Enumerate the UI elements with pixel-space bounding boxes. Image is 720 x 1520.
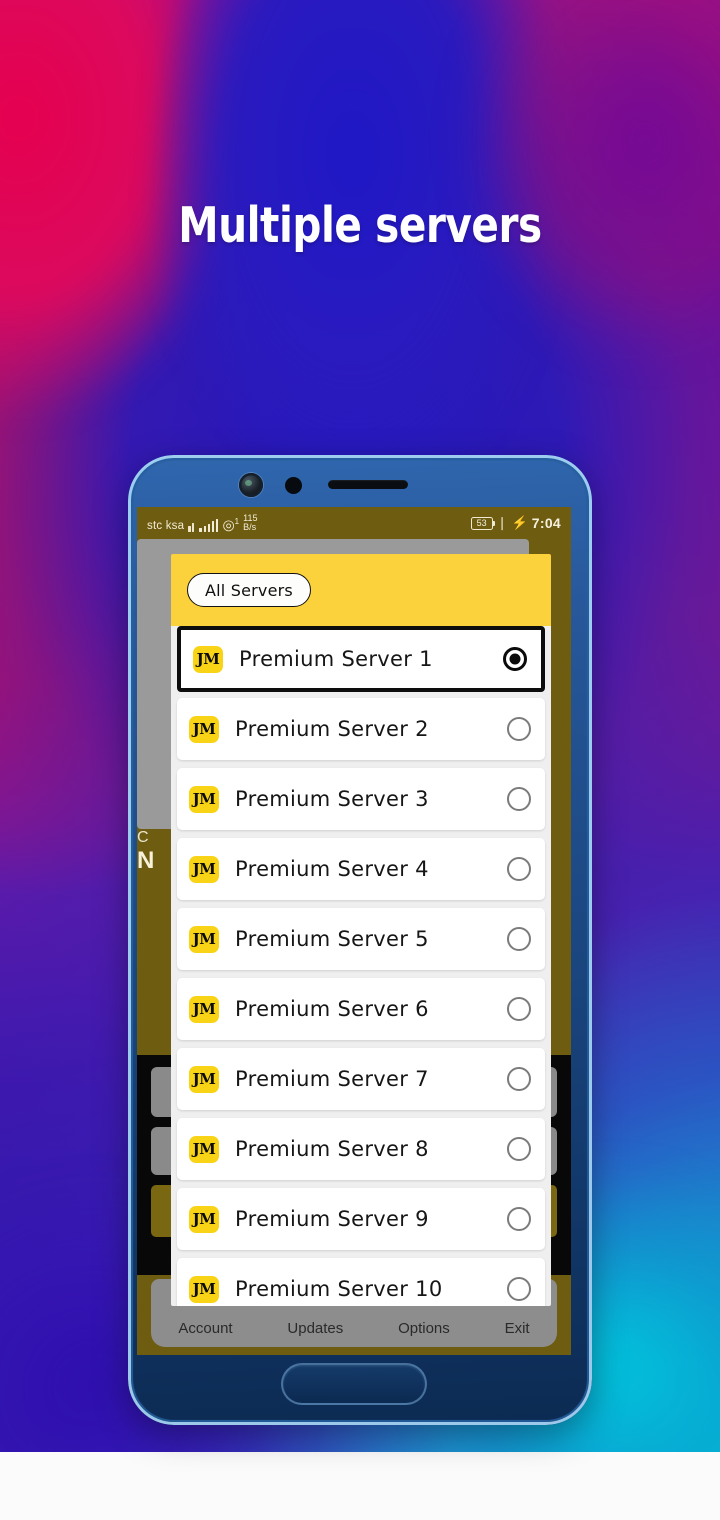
server-row[interactable]: JM Premium Server 3 xyxy=(177,768,545,830)
hotspot-icon: ◎1 xyxy=(222,517,240,533)
jm-logo-icon: JM xyxy=(189,1275,219,1303)
server-row[interactable]: JM Premium Server 5 xyxy=(177,908,545,970)
jm-logo-icon: JM xyxy=(189,1135,219,1163)
data-rate-unit: B/s xyxy=(243,522,257,532)
jm-logo-icon: JM xyxy=(189,995,219,1023)
status-bar-right: 53 ❘ ⚡ 7:04 xyxy=(470,515,561,531)
radio-button[interactable] xyxy=(507,787,531,811)
server-row[interactable]: JM Premium Server 2 xyxy=(177,698,545,760)
server-selection-dialog: All Servers JM Premium Server 1 JM Premium … xyxy=(171,554,551,1306)
radio-button[interactable] xyxy=(507,927,531,951)
jm-logo-icon: JM xyxy=(189,715,219,743)
radio-button[interactable] xyxy=(507,1277,531,1301)
data-rate-indicator: 115 B/s xyxy=(243,514,257,532)
server-row[interactable]: JM Premium Server 7 xyxy=(177,1048,545,1110)
all-servers-chip[interactable]: All Servers xyxy=(187,573,311,607)
server-row[interactable]: JM Premium Server 9 xyxy=(177,1188,545,1250)
status-bar-left: stc ksa ◎1 115 B/s xyxy=(147,514,257,532)
nav-item-exit[interactable]: Exit xyxy=(505,1320,530,1337)
jm-logo-icon: JM xyxy=(189,925,219,953)
phone-screen: stc ksa ◎1 115 B/s 53 ❘ ⚡ 7:04 C N Accou… xyxy=(137,507,571,1355)
server-name-label: Premium Server 7 xyxy=(235,1067,429,1091)
server-name-label: Premium Server 9 xyxy=(235,1207,429,1231)
server-name-label: Premium Server 1 xyxy=(239,647,433,671)
server-name-label: Premium Server 8 xyxy=(235,1137,429,1161)
nav-item-updates[interactable]: Updates xyxy=(287,1320,343,1337)
server-row[interactable]: JM Premium Server 4 xyxy=(177,838,545,900)
radio-button[interactable] xyxy=(507,857,531,881)
radio-button-selected[interactable] xyxy=(503,647,527,671)
radio-button[interactable] xyxy=(507,997,531,1021)
server-name-label: Premium Server 10 xyxy=(235,1277,443,1301)
signal-secondary-icon xyxy=(188,519,195,532)
status-bar: stc ksa ◎1 115 B/s 53 ❘ ⚡ 7:04 xyxy=(137,507,571,539)
server-name-label: Premium Server 2 xyxy=(235,717,429,741)
proximity-sensor-icon xyxy=(285,477,302,494)
server-row[interactable]: JM Premium Server 6 xyxy=(177,978,545,1040)
promo-headline: Multiple servers xyxy=(178,197,542,254)
signal-bars-icon xyxy=(199,519,219,532)
status-bar-clock: 7:04 xyxy=(531,515,561,531)
nav-item-account[interactable]: Account xyxy=(178,1320,232,1337)
jm-logo-icon: JM xyxy=(193,645,223,673)
jm-logo-icon: JM xyxy=(189,785,219,813)
server-list[interactable]: JM Premium Server 1 JM Premium Server 2 JM Pr… xyxy=(171,626,551,1306)
jm-logo-icon: JM xyxy=(189,855,219,883)
server-row[interactable]: JM Premium Server 8 xyxy=(177,1118,545,1180)
sim-icon: ❘ xyxy=(496,515,508,530)
home-button[interactable] xyxy=(281,1363,427,1405)
server-row[interactable]: JM Premium Server 1 xyxy=(177,626,545,692)
server-name-label: Premium Server 5 xyxy=(235,927,429,951)
front-camera-icon xyxy=(239,473,263,497)
carrier-label: stc ksa xyxy=(147,520,185,532)
hotspot-badge: 1 xyxy=(234,517,240,527)
jm-logo-icon: JM xyxy=(189,1205,219,1233)
nav-item-options[interactable]: Options xyxy=(398,1320,450,1337)
radio-button[interactable] xyxy=(507,1207,531,1231)
earpiece-speaker-icon xyxy=(328,480,408,489)
radio-button[interactable] xyxy=(507,1137,531,1161)
battery-icon: 53 xyxy=(470,516,496,530)
server-name-label: Premium Server 4 xyxy=(235,857,429,881)
jm-logo-icon: JM xyxy=(189,1065,219,1093)
radio-button[interactable] xyxy=(507,1067,531,1091)
phone-device-mockup: stc ksa ◎1 115 B/s 53 ❘ ⚡ 7:04 C N Accou… xyxy=(128,455,592,1425)
server-row[interactable]: JM Premium Server 10 xyxy=(177,1258,545,1306)
bottom-white-strip xyxy=(0,1452,720,1520)
server-name-label: Premium Server 6 xyxy=(235,997,429,1021)
radio-button[interactable] xyxy=(507,717,531,741)
charging-bolt-icon: ⚡ xyxy=(511,515,528,530)
dialog-header: All Servers xyxy=(171,554,551,626)
server-name-label: Premium Server 3 xyxy=(235,787,429,811)
